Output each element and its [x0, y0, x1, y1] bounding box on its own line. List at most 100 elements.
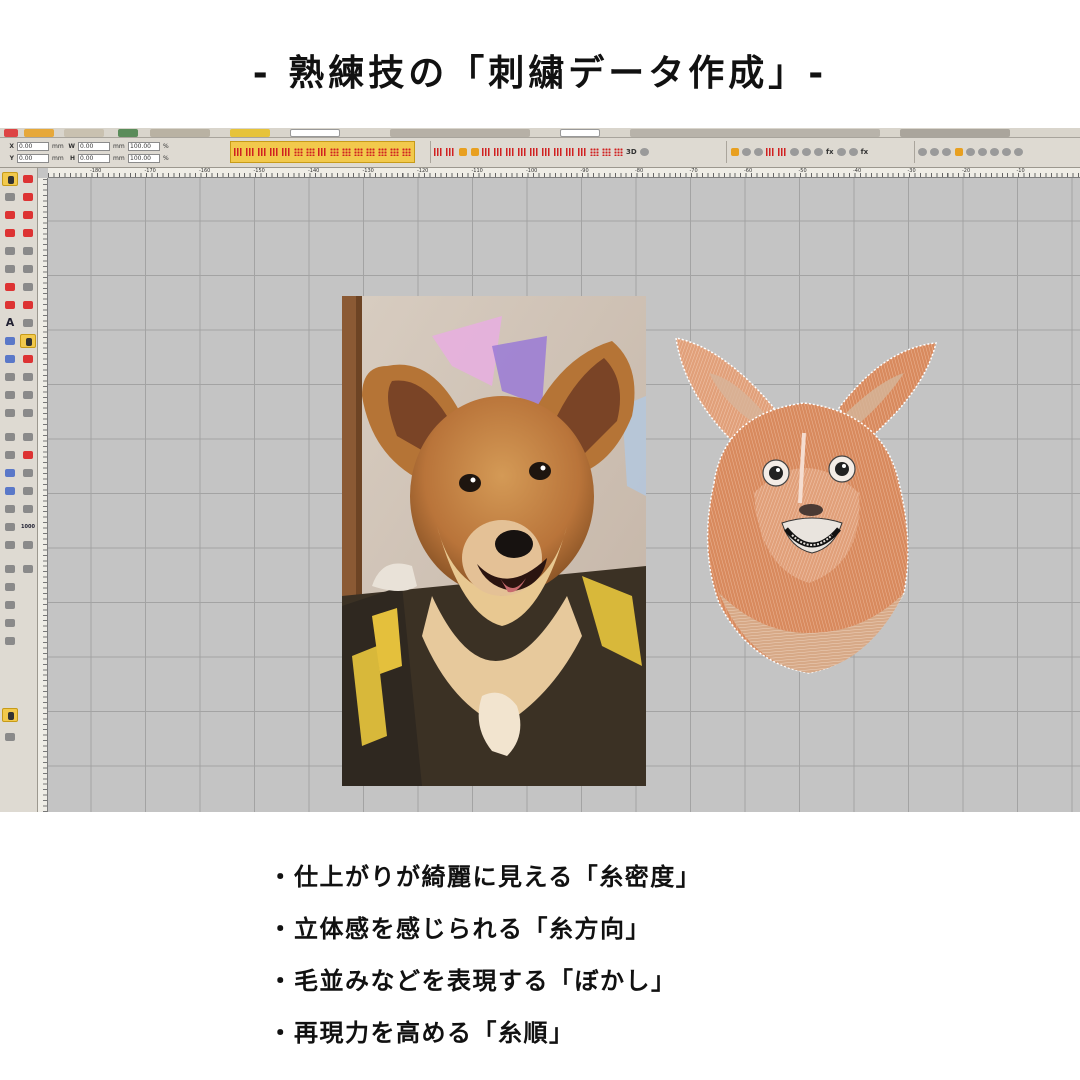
arrow-shape-icon[interactable]	[1001, 145, 1012, 159]
curve-effect-icon[interactable]	[565, 145, 576, 159]
cross-fill-icon[interactable]	[305, 145, 316, 159]
stitch-tool[interactable]	[20, 448, 36, 462]
triangle-tool[interactable]	[20, 244, 36, 258]
fill-stitch-icon[interactable]	[257, 145, 268, 159]
hatch-tool[interactable]	[2, 430, 18, 444]
pulse-effect-icon[interactable]	[577, 145, 588, 159]
arrow-icon[interactable]	[801, 145, 812, 159]
mesh-fill-icon[interactable]	[353, 145, 364, 159]
mirror-icon[interactable]	[813, 145, 824, 159]
ripple-effect-icon[interactable]	[481, 145, 492, 159]
zigzag-stitch-icon[interactable]	[233, 145, 244, 159]
print-tool[interactable]	[2, 562, 18, 576]
tile-fill-icon[interactable]	[365, 145, 376, 159]
link-tool[interactable]	[20, 466, 36, 480]
running-stitch-icon[interactable]	[269, 145, 280, 159]
line-tool[interactable]	[2, 616, 18, 630]
weave-fill-icon[interactable]	[377, 145, 388, 159]
pointer-tool[interactable]	[20, 334, 36, 348]
diamond-tool[interactable]	[2, 352, 18, 366]
zigzag-effect-icon[interactable]	[445, 145, 456, 159]
arch-tool[interactable]	[2, 298, 18, 312]
wand-tool[interactable]	[20, 352, 36, 366]
polygon-shape-icon[interactable]	[965, 145, 976, 159]
user-tool[interactable]	[2, 730, 18, 744]
fur-effect-icon[interactable]	[601, 145, 612, 159]
arc-tool[interactable]	[20, 262, 36, 276]
radial-effect-icon[interactable]	[517, 145, 528, 159]
y-field[interactable]: 0.00	[17, 154, 49, 163]
diamond-fill-icon[interactable]	[401, 145, 412, 159]
oval-tool[interactable]	[2, 484, 18, 498]
net-fill-icon[interactable]	[341, 145, 352, 159]
delete-icon[interactable]	[753, 145, 764, 159]
fill-blue-tool[interactable]	[2, 466, 18, 480]
stamp-icon[interactable]	[848, 145, 859, 159]
reshape-icon[interactable]	[765, 145, 776, 159]
spacing-tool[interactable]	[20, 538, 36, 552]
triple-stitch-icon[interactable]	[281, 145, 292, 159]
reshape-tool[interactable]	[20, 388, 36, 402]
line-effect-icon[interactable]	[553, 145, 564, 159]
cursor-tool[interactable]	[20, 370, 36, 384]
ellipse-tool[interactable]	[20, 280, 36, 294]
zoom-level[interactable]: 1000	[20, 520, 36, 534]
grid-tool[interactable]	[2, 538, 18, 552]
star-effect-icon[interactable]	[529, 145, 540, 159]
zigzag-tool[interactable]	[2, 208, 18, 222]
fx-button[interactable]: fx	[825, 145, 835, 159]
applique-tool[interactable]	[2, 334, 18, 348]
node-tool[interactable]	[20, 172, 36, 186]
hand-tool[interactable]	[2, 598, 18, 612]
scale-x-field[interactable]: 100.00	[128, 142, 160, 151]
dot-fill-icon[interactable]	[293, 145, 304, 159]
edit-tool[interactable]	[2, 388, 18, 402]
star-shape-icon[interactable]	[977, 145, 988, 159]
color-picker-tool[interactable]	[2, 708, 18, 722]
text-tool[interactable]: A	[2, 316, 18, 330]
sort-tool[interactable]	[20, 502, 36, 516]
split-tool[interactable]	[20, 406, 36, 420]
curve-tool[interactable]	[20, 190, 36, 204]
spiral-effect-icon[interactable]	[493, 145, 504, 159]
settings-icon[interactable]	[639, 145, 650, 159]
line-shape-icon[interactable]	[989, 145, 1000, 159]
wave-effect-icon[interactable]	[433, 145, 444, 159]
square-fill-icon[interactable]	[389, 145, 400, 159]
distribute-tool[interactable]	[20, 562, 36, 576]
oval-shape-icon[interactable]	[941, 145, 952, 159]
column-tool[interactable]	[2, 226, 18, 240]
x-field[interactable]: 0.00	[17, 142, 49, 151]
align-icon[interactable]	[729, 145, 740, 159]
satin-stitch-icon[interactable]	[245, 145, 256, 159]
rect-tool[interactable]	[2, 502, 18, 516]
hexagon-shape-icon[interactable]	[953, 145, 964, 159]
shape-tool[interactable]	[2, 244, 18, 258]
rotate-tool[interactable]	[2, 634, 18, 648]
satin-tool[interactable]	[20, 208, 36, 222]
measure-tool[interactable]	[2, 520, 18, 534]
adjust-tool[interactable]	[20, 484, 36, 498]
eraser-icon[interactable]	[836, 145, 847, 159]
knife-tool[interactable]	[2, 406, 18, 420]
brush-shape-icon[interactable]	[1013, 145, 1024, 159]
w-field[interactable]: 0.00	[78, 142, 110, 151]
shape-effect-icon[interactable]	[541, 145, 552, 159]
fill-tool[interactable]	[20, 226, 36, 240]
3d-button[interactable]: 3D	[625, 145, 638, 159]
blend-effect-icon[interactable]	[469, 145, 480, 159]
h-field[interactable]: 0.00	[78, 154, 110, 163]
gradient-effect-icon[interactable]	[457, 145, 468, 159]
fx-button-2[interactable]: fx	[860, 145, 870, 159]
pattern-fill-icon[interactable]	[329, 145, 340, 159]
pattern-tool[interactable]	[20, 430, 36, 444]
contour-effect-icon[interactable]	[505, 145, 516, 159]
design-canvas[interactable]	[48, 178, 1080, 812]
spiral-tool[interactable]	[2, 448, 18, 462]
scissor-tool[interactable]	[2, 580, 18, 594]
filter-icon[interactable]	[741, 145, 752, 159]
select-tool[interactable]	[2, 172, 18, 186]
motif-stitch-icon[interactable]	[317, 145, 328, 159]
rounded-shape-icon[interactable]	[929, 145, 940, 159]
frame-tool[interactable]	[20, 298, 36, 312]
